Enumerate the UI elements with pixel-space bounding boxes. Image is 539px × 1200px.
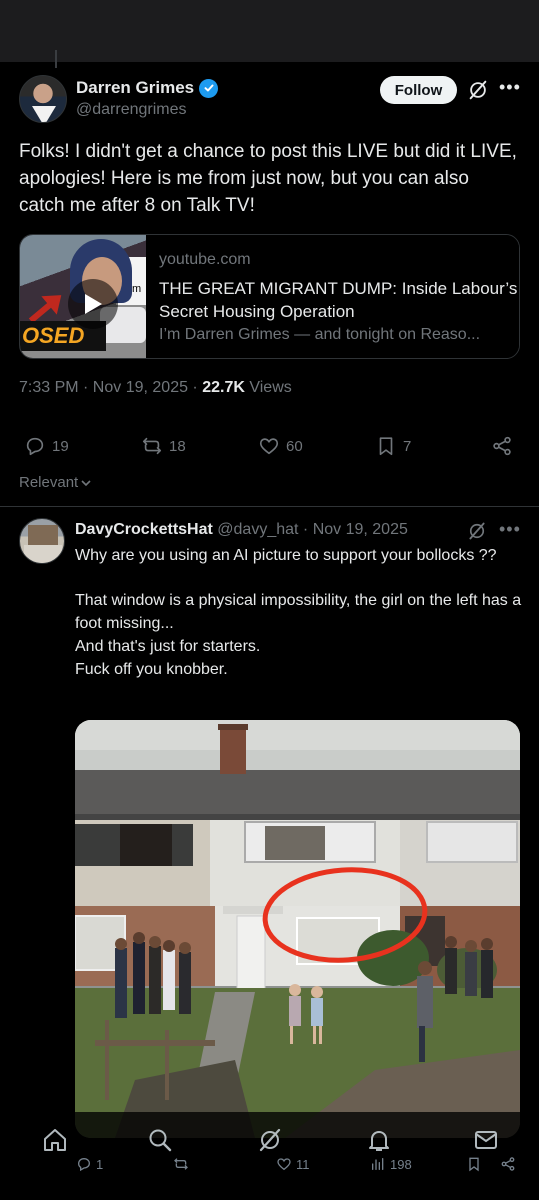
bookmark-icon — [379, 437, 393, 456]
like-count: 60 — [286, 437, 303, 455]
reply-photo[interactable] — [75, 720, 520, 1138]
author-avatar[interactable] — [19, 75, 67, 123]
card-thumbnail[interactable]: Hom OSED — [20, 235, 146, 358]
author-name-row[interactable]: Darren Grimes — [76, 78, 219, 98]
reply-icon — [26, 437, 44, 456]
card-domain: youtube.com — [159, 251, 251, 268]
chevron-down-icon — [81, 479, 91, 486]
author-name[interactable]: Darren Grimes — [76, 78, 194, 98]
house-photo-illustration — [75, 720, 520, 1138]
reply-reply-count: 1 — [96, 1156, 104, 1172]
card-description: I’m Darren Grimes — and tonight on Reaso… — [159, 326, 481, 343]
divider — [0, 506, 539, 507]
reply-repost-action[interactable] — [173, 1156, 189, 1172]
reply-author-name[interactable]: DavyCrockettsHat — [75, 521, 213, 538]
repost-icon — [174, 1158, 188, 1170]
views-label: Views — [249, 379, 292, 396]
bookmark-icon — [469, 1157, 479, 1172]
verified-badge-icon — [199, 78, 219, 98]
card-body[interactable]: youtube.com THE GREAT MIGRANT DUMP: Insi… — [146, 235, 519, 358]
reply-reply-action[interactable]: 1 — [76, 1156, 103, 1172]
notifications-icon[interactable] — [365, 1126, 393, 1154]
share-icon — [493, 436, 511, 456]
bookmark-count: 7 — [403, 437, 412, 455]
more-icon[interactable]: ••• — [499, 519, 521, 540]
views-icon — [372, 1158, 384, 1170]
reply-action[interactable]: 19 — [24, 435, 69, 457]
sort-label: Relevant — [19, 474, 79, 491]
tweet-meta: 7:33 PM · Nov 19, 2025 · 22.7K Views — [19, 379, 292, 397]
reply-like-count: 11 — [296, 1156, 310, 1172]
messages-icon[interactable] — [472, 1126, 500, 1154]
more-icon[interactable]: ••• — [499, 77, 521, 98]
like-action[interactable]: 60 — [258, 435, 303, 457]
reply-count: 19 — [52, 437, 69, 455]
share-action[interactable] — [491, 435, 513, 457]
like-icon — [259, 438, 279, 455]
views-count: 22.7K — [202, 379, 245, 396]
reply-avatar[interactable] — [19, 518, 65, 564]
follow-button[interactable]: Follow — [380, 76, 457, 104]
reply-views-count: 198 — [390, 1156, 412, 1172]
tweet-text: Folks! I didn't get a chance to post thi… — [19, 141, 517, 216]
reply-share-action[interactable] — [500, 1156, 516, 1172]
repost-icon — [142, 437, 162, 455]
bookmark-action[interactable]: 7 — [375, 435, 411, 457]
like-icon — [277, 1158, 291, 1171]
grok-icon[interactable] — [467, 79, 489, 101]
reply-like-action[interactable]: 11 — [276, 1156, 310, 1172]
thread-connector — [55, 50, 57, 68]
reply-icon — [77, 1157, 91, 1172]
grok-icon[interactable] — [256, 1126, 284, 1154]
reply-header: DavyCrockettsHat @davy_hat · Nov 19, 202… — [75, 521, 408, 539]
author-handle[interactable]: @darrengrimes — [76, 101, 187, 119]
home-icon[interactable] — [41, 1126, 69, 1154]
search-icon[interactable] — [146, 1126, 174, 1154]
tweet-timestamp[interactable]: 7:33 PM · Nov 19, 2025 · — [19, 379, 202, 396]
share-icon — [501, 1157, 515, 1171]
play-icon[interactable] — [68, 279, 118, 329]
card-title: THE GREAT MIGRANT DUMP: Inside Labour’s … — [159, 279, 518, 321]
status-bar — [0, 0, 539, 62]
link-card[interactable]: Hom OSED youtube.com THE GREAT MIGRANT D… — [19, 234, 520, 359]
reply-text: Why are you using an AI picture to suppo… — [75, 547, 522, 678]
sort-dropdown[interactable]: Relevant — [19, 474, 92, 491]
reply-author-meta[interactable]: @davy_hat · Nov 19, 2025 — [213, 521, 408, 538]
grok-icon[interactable] — [467, 521, 487, 541]
reply-views-action[interactable]: 198 — [370, 1156, 412, 1172]
repost-count: 18 — [169, 437, 186, 455]
repost-action[interactable]: 18 — [141, 435, 186, 457]
reply-bookmark-action[interactable] — [466, 1156, 482, 1172]
